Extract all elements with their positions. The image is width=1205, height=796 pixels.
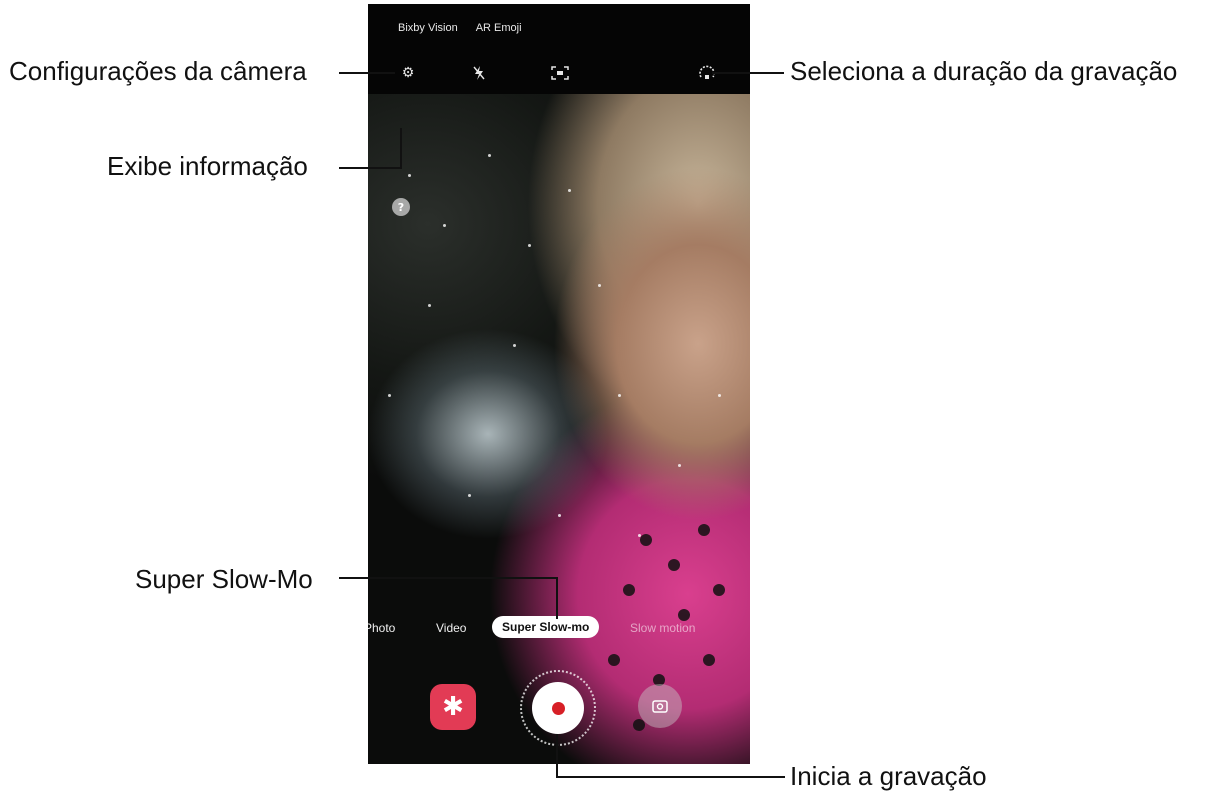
record-icon [551, 701, 565, 715]
callout-camera-settings: Configurações da câmera [9, 56, 307, 86]
gear-icon[interactable]: ⚙ [397, 62, 419, 84]
leader-line [557, 776, 785, 778]
leader-line [339, 167, 401, 169]
callout-recording-duration: Seleciona a duração da gravação [790, 56, 1178, 86]
motion-detection-icon[interactable] [549, 62, 571, 84]
mode-slow-motion[interactable]: Slow motion [630, 621, 695, 635]
leader-line [339, 577, 557, 579]
callout-show-info: Exibe informação [107, 151, 308, 181]
mode-video[interactable]: Video [436, 621, 466, 635]
leader-line [339, 72, 395, 74]
mode-super-slow-mo[interactable]: Super Slow-mo [492, 616, 600, 638]
manual-figure: Bixby Vision AR Emoji ⚙ ? Photo Video Su… [0, 0, 1205, 796]
phone-screen: Bixby Vision AR Emoji ⚙ ? Photo Video Su… [368, 4, 750, 764]
leader-line [556, 577, 558, 619]
switch-camera-icon[interactable] [638, 684, 682, 728]
callout-super-slow-mo: Super Slow-Mo [135, 564, 313, 594]
mode-selector: Photo Video Super Slow-mo Slow motion [368, 616, 750, 642]
camera-top-bar: Bixby Vision AR Emoji ⚙ [368, 4, 750, 94]
leader-line [712, 72, 784, 74]
record-button[interactable] [532, 682, 584, 734]
callout-start-recording: Inicia a gravação [790, 761, 987, 791]
top-icons: ⚙ [368, 62, 750, 86]
leader-line [556, 734, 558, 778]
top-links: Bixby Vision AR Emoji [398, 22, 522, 34]
bixby-icon[interactable]: ✱ [430, 684, 476, 730]
info-icon[interactable]: ? [392, 198, 410, 216]
ar-emoji-link[interactable]: AR Emoji [476, 22, 522, 34]
bixby-vision-link[interactable]: Bixby Vision [398, 22, 458, 34]
flash-off-icon[interactable] [468, 62, 490, 84]
viewfinder-image: ? [368, 94, 750, 764]
mode-photo[interactable]: Photo [368, 621, 395, 635]
leader-line [400, 128, 402, 169]
